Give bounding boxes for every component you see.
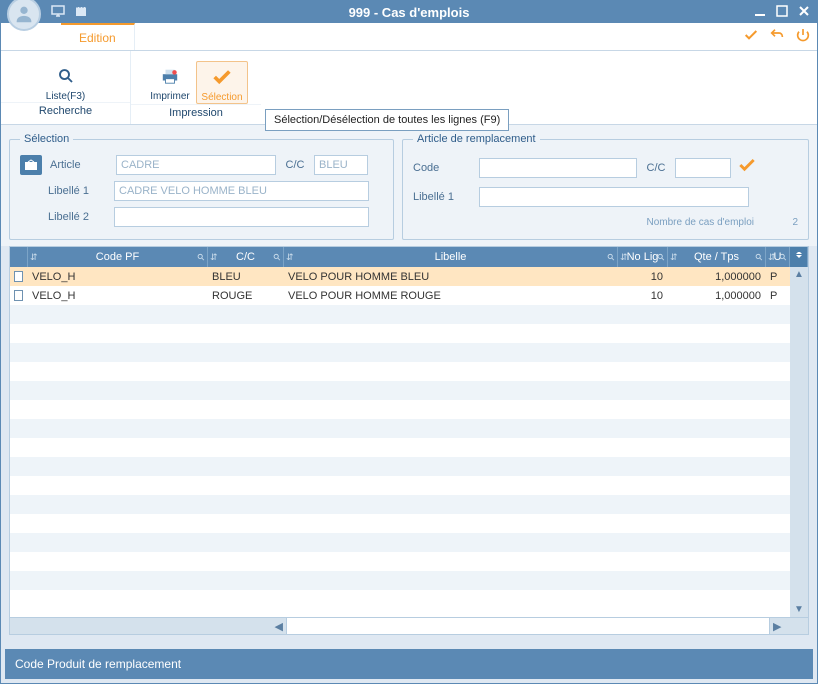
th-checkbox[interactable] bbox=[10, 247, 28, 267]
toolbar-group-label: Impression bbox=[131, 104, 261, 120]
scroll-up-icon[interactable]: ▲ bbox=[794, 267, 804, 282]
table-row[interactable] bbox=[10, 305, 808, 324]
cc-input[interactable] bbox=[314, 155, 368, 175]
table-row[interactable] bbox=[10, 533, 808, 552]
libelle2-input[interactable] bbox=[114, 207, 369, 227]
status-bar: Code Produit de remplacement bbox=[5, 649, 813, 679]
table-row[interactable] bbox=[10, 324, 808, 343]
cell-code: VELO_H bbox=[28, 290, 208, 302]
minimize-button[interactable] bbox=[753, 4, 767, 21]
check-icon bbox=[209, 64, 235, 90]
fieldset-remplacement: Article de remplacement Code C/C Libellé… bbox=[402, 133, 809, 240]
cell-u: P bbox=[766, 290, 790, 302]
libelle1-input[interactable] bbox=[114, 181, 369, 201]
cell-libelle: VELO POUR HOMME ROUGE bbox=[284, 290, 618, 302]
table-row[interactable] bbox=[10, 343, 808, 362]
row-checkbox[interactable] bbox=[14, 290, 23, 301]
cell-cc: BLEU bbox=[208, 271, 284, 283]
table-row[interactable] bbox=[10, 381, 808, 400]
libelle2-label: Libellé 2 bbox=[48, 211, 108, 223]
th-expand[interactable] bbox=[790, 247, 808, 267]
tab-strip: Edition bbox=[1, 23, 817, 51]
confirm-button[interactable] bbox=[737, 155, 757, 181]
libelle1-label: Libellé 1 bbox=[48, 185, 108, 197]
table-row[interactable] bbox=[10, 362, 808, 381]
th-libelle[interactable]: ⇵Libelle⚲ bbox=[284, 247, 618, 267]
hscroll-track[interactable] bbox=[286, 618, 770, 634]
cc-input-2[interactable] bbox=[675, 158, 731, 178]
th-qte[interactable]: ⇵Qte / Tps⚲ bbox=[668, 247, 766, 267]
data-table: ⇵Code PF⚲ ⇵C/C⚲ ⇵Libelle⚲ ⇵No Lig⚲ ⇵Qte … bbox=[9, 246, 809, 635]
fieldset-selection: Sélection Article C/C Libellé 1 Libellé … bbox=[9, 133, 394, 240]
table-row[interactable] bbox=[10, 514, 808, 533]
undo-button[interactable] bbox=[769, 27, 785, 48]
table-row[interactable] bbox=[10, 571, 808, 590]
table-row[interactable] bbox=[10, 419, 808, 438]
th-cc[interactable]: ⇵C/C⚲ bbox=[208, 247, 284, 267]
cell-u: P bbox=[766, 271, 790, 283]
scroll-down-icon[interactable]: ▼ bbox=[794, 602, 804, 617]
liste-button[interactable]: Liste(F3) bbox=[40, 61, 92, 102]
table-row[interactable] bbox=[10, 400, 808, 419]
validate-button[interactable] bbox=[743, 27, 759, 48]
table-row[interactable] bbox=[10, 476, 808, 495]
horizontal-scrollbar[interactable]: ◀ ▶ bbox=[10, 617, 808, 634]
cell-libelle: VELO POUR HOMME BLEU bbox=[284, 271, 618, 283]
table-row[interactable] bbox=[10, 438, 808, 457]
cell-qte: 1,000000 bbox=[668, 290, 766, 302]
code-label: Code bbox=[413, 162, 473, 174]
count-label: Nombre de cas d'emploi bbox=[646, 217, 754, 228]
cell-cc: ROUGE bbox=[208, 290, 284, 302]
libelle1-input-2[interactable] bbox=[479, 187, 749, 207]
toolbar-group-impression: Imprimer Sélection Impression bbox=[131, 51, 261, 124]
table-row[interactable] bbox=[10, 552, 808, 571]
count-value: 2 bbox=[760, 217, 798, 228]
hscroll-right-icon[interactable]: ▶ bbox=[770, 620, 784, 633]
table-body: VELO_HBLEUVELO POUR HOMME BLEU101,000000… bbox=[10, 267, 808, 617]
close-button[interactable] bbox=[797, 4, 811, 21]
legend-selection: Sélection bbox=[20, 133, 73, 145]
th-u[interactable]: ⇵U⚲ bbox=[766, 247, 790, 267]
table-row[interactable] bbox=[10, 457, 808, 476]
table-row[interactable] bbox=[10, 590, 808, 609]
th-nolig[interactable]: ⇵No Lig⚲ bbox=[618, 247, 668, 267]
selection-button[interactable]: Sélection bbox=[196, 61, 248, 104]
article-label: Article bbox=[50, 159, 110, 171]
libelle1-label-2: Libellé 1 bbox=[413, 191, 473, 203]
row-checkbox[interactable] bbox=[14, 271, 23, 282]
th-code[interactable]: ⇵Code PF⚲ bbox=[28, 247, 208, 267]
cell-nolig: 10 bbox=[618, 290, 668, 302]
cell-qte: 1,000000 bbox=[668, 271, 766, 283]
cell-code: VELO_H bbox=[28, 271, 208, 283]
article-input[interactable] bbox=[116, 155, 276, 175]
cell-nolig: 10 bbox=[618, 271, 668, 283]
cc-label-2: C/C bbox=[643, 162, 669, 174]
imprimer-label: Imprimer bbox=[150, 91, 189, 102]
toolbar-group-recherche: Liste(F3) Recherche bbox=[1, 51, 131, 124]
hscroll-left-icon[interactable]: ◀ bbox=[272, 620, 286, 633]
imprimer-button[interactable]: Imprimer bbox=[144, 61, 196, 104]
table-header: ⇵Code PF⚲ ⇵C/C⚲ ⇵Libelle⚲ ⇵No Lig⚲ ⇵Qte … bbox=[10, 247, 808, 267]
cc-label: C/C bbox=[282, 159, 308, 171]
printer-icon bbox=[157, 63, 183, 89]
window-title: 999 - Cas d'emplois bbox=[1, 5, 817, 20]
table-row[interactable]: VELO_HBLEUVELO POUR HOMME BLEU101,000000… bbox=[10, 267, 808, 286]
legend-remplacement: Article de remplacement bbox=[413, 133, 540, 145]
table-row[interactable]: VELO_HROUGEVELO POUR HOMME ROUGE101,0000… bbox=[10, 286, 808, 305]
code-input[interactable] bbox=[479, 158, 637, 178]
toolbar-group-label: Recherche bbox=[1, 102, 130, 118]
liste-label: Liste(F3) bbox=[46, 91, 85, 102]
table-row[interactable] bbox=[10, 495, 808, 514]
power-button[interactable] bbox=[795, 27, 811, 48]
title-bar: 999 - Cas d'emplois bbox=[1, 1, 817, 23]
article-icon[interactable] bbox=[20, 155, 42, 175]
search-icon bbox=[53, 63, 79, 89]
selection-tooltip: Sélection/Désélection de toutes les lign… bbox=[265, 109, 509, 131]
maximize-button[interactable] bbox=[775, 4, 789, 21]
tab-edition[interactable]: Edition bbox=[61, 23, 135, 50]
vertical-scrollbar[interactable]: ▲ ▼ bbox=[790, 267, 808, 617]
selection-label: Sélection bbox=[201, 92, 242, 103]
